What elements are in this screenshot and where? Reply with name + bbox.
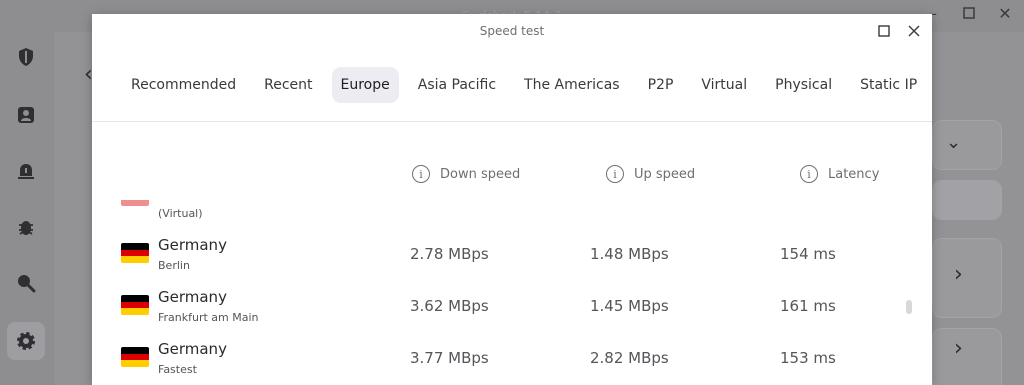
shield-icon[interactable]: [15, 46, 37, 68]
tab-recent[interactable]: Recent: [255, 67, 321, 103]
flag-icon: [121, 200, 149, 206]
tab-recommended[interactable]: Recommended: [122, 67, 245, 103]
server-country: Germany: [158, 236, 227, 254]
down-speed-value: 2.78 MBps: [410, 245, 489, 263]
chevron-right-icon: ›: [954, 262, 963, 287]
list-item[interactable]: Germany Fastest 3.77 MBps 2.82 MBps 153 …: [92, 332, 932, 384]
server-city: Frankfurt am Main: [158, 311, 259, 324]
column-label: Up speed: [634, 166, 696, 182]
tab-p2p[interactable]: P2P: [639, 67, 683, 103]
background-card: [932, 238, 1002, 318]
down-speed-value: 3.77 MBps: [410, 349, 489, 367]
tab-static-ip[interactable]: Static IP: [851, 67, 926, 103]
maximize-icon[interactable]: [962, 6, 976, 20]
close-window-icon[interactable]: ✕: [998, 4, 1012, 23]
bug-icon[interactable]: [15, 216, 37, 238]
chevron-right-icon: ›: [954, 336, 963, 361]
region-tabs: Recommended Recent Europe Asia Pacific T…: [92, 48, 932, 122]
up-speed-value: -: [650, 200, 654, 205]
germany-flag-icon: [121, 347, 149, 367]
up-speed-value: 1.45 MBps: [590, 297, 669, 315]
search-icon[interactable]: [15, 272, 37, 294]
server-country: Germany: [158, 288, 227, 306]
info-icon[interactable]: i: [606, 165, 624, 183]
germany-flag-icon: [121, 295, 149, 315]
up-speed-value: 1.48 MBps: [590, 245, 669, 263]
tab-virtual[interactable]: Virtual: [692, 67, 756, 103]
down-speed-value: 3.62 MBps: [410, 297, 489, 315]
speed-test-dialog: Speed test Recommended Recent Europe Asi…: [92, 14, 932, 385]
server-city: Fastest: [158, 363, 197, 376]
dialog-title: Speed test: [479, 24, 545, 38]
tab-asia-pacific[interactable]: Asia Pacific: [409, 67, 505, 103]
tab-the-americas[interactable]: The Americas: [515, 67, 629, 103]
background-card: [932, 328, 1002, 385]
server-city: (Virtual): [158, 207, 203, 220]
tab-physical[interactable]: Physical: [766, 67, 841, 103]
column-header-down-speed: i Down speed: [412, 164, 520, 184]
latency-value: 153 ms: [780, 349, 836, 367]
latency-value: 154 ms: [780, 245, 836, 263]
background-dropdown: [932, 120, 1002, 170]
gear-icon[interactable]: [7, 322, 45, 360]
user-icon[interactable]: [15, 104, 37, 126]
app-sidebar: [0, 32, 54, 385]
maximize-dialog-icon[interactable]: [876, 23, 892, 39]
info-icon[interactable]: i: [800, 165, 818, 183]
background-highlight: [932, 180, 1002, 220]
list-item[interactable]: Germany Berlin 2.78 MBps 1.48 MBps 154 m…: [92, 228, 932, 280]
chevron-down-icon: ⌄: [946, 132, 962, 153]
dialog-title-bar: Speed test: [92, 14, 932, 48]
up-speed-value: 2.82 MBps: [590, 349, 669, 367]
server-city: Berlin: [158, 259, 190, 272]
alert-icon[interactable]: [15, 160, 37, 182]
list-item[interactable]: Germany Frankfurt am Main 3.62 MBps 1.45…: [92, 280, 932, 332]
close-dialog-icon[interactable]: [906, 23, 922, 39]
tab-europe[interactable]: Europe: [331, 66, 399, 103]
germany-flag-icon: [121, 243, 149, 263]
latency-value: 161 ms: [780, 297, 836, 315]
column-header-latency: i Latency: [800, 164, 879, 184]
list-item-partial[interactable]: (Virtual) - -: [92, 200, 932, 224]
info-icon[interactable]: i: [412, 165, 430, 183]
down-speed-value: -: [472, 200, 476, 205]
column-label: Latency: [828, 166, 880, 182]
window-controls: – ✕: [926, 4, 1012, 23]
column-header-up-speed: i Up speed: [606, 164, 695, 184]
server-country: Germany: [158, 340, 227, 358]
column-label: Down speed: [440, 166, 521, 182]
scrollbar-thumb[interactable]: [906, 300, 912, 314]
